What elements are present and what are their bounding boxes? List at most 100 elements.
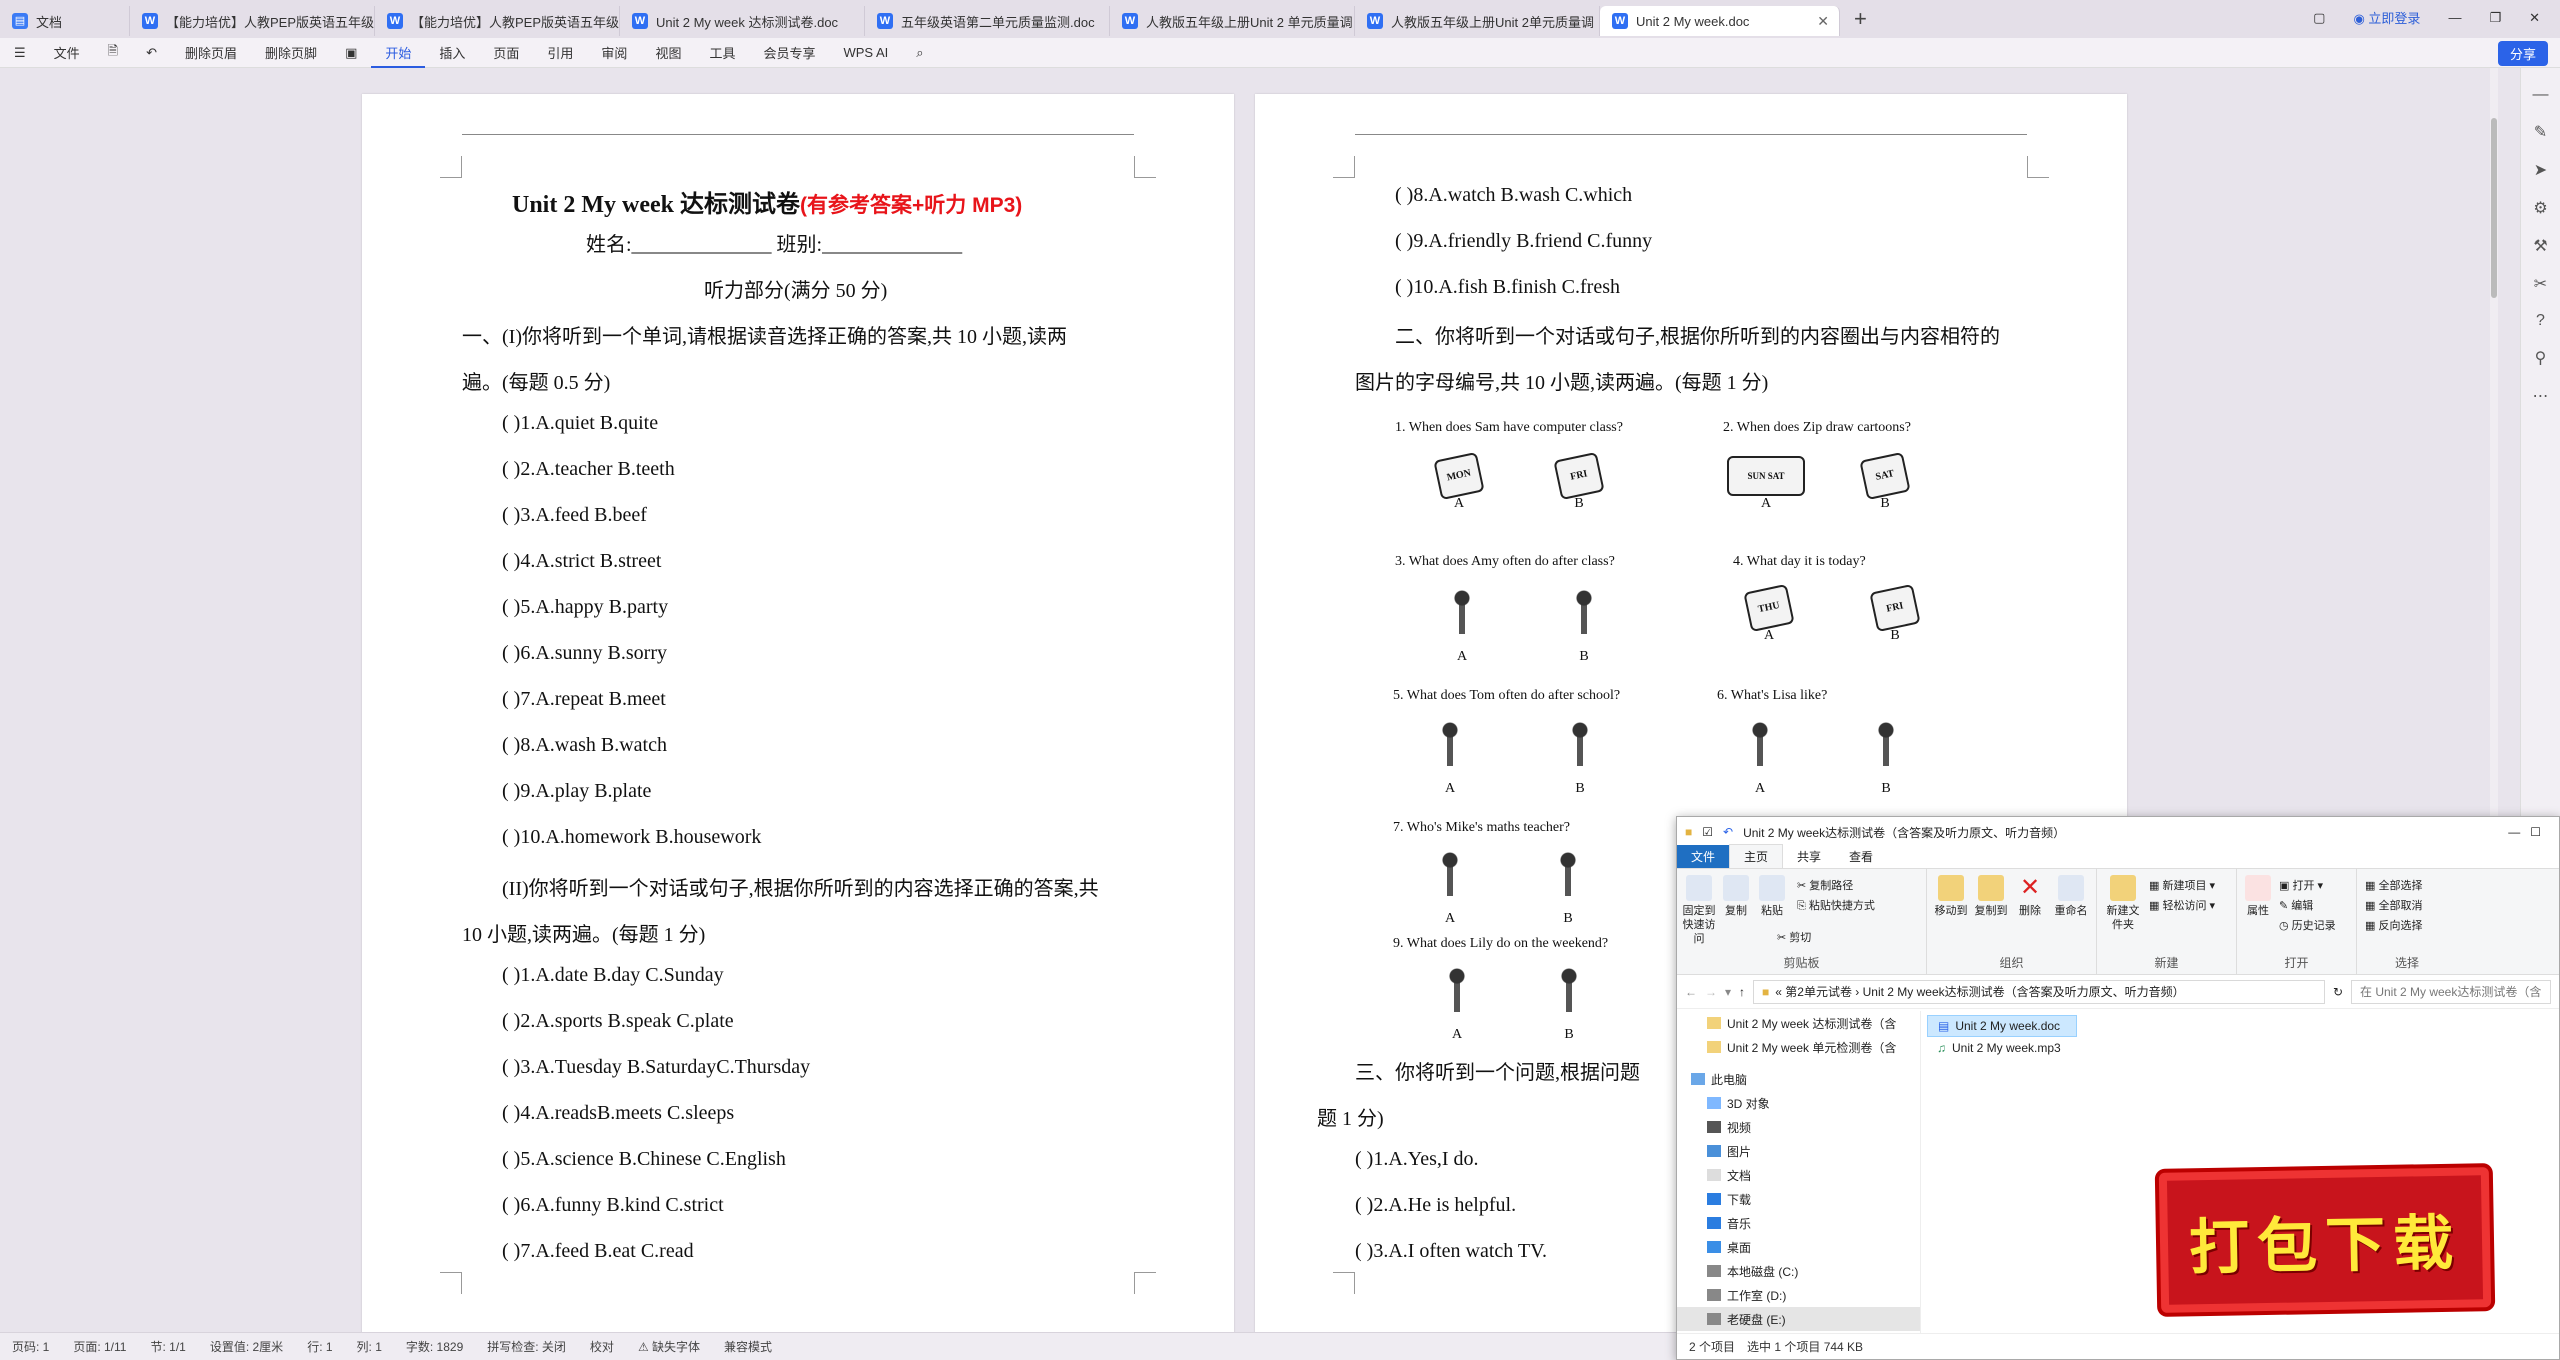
file-item[interactable]: ♫ Unit 2 My week.mp3 [1927,1037,2557,1059]
tab-doc-1[interactable]: W 【能力培优】人教PEP版英语五年级上 [130,6,375,36]
menu-tools[interactable]: 工具 [695,43,749,62]
nav-item[interactable]: 3D 对象 [1677,1091,1920,1115]
properties-button[interactable]: 属性 [2243,875,2273,918]
properties-icon[interactable]: ☑ [1702,825,1713,839]
status-page-no[interactable]: 页码: 1 [0,1338,61,1355]
maximize-icon[interactable]: ☐ [2530,825,2541,839]
nav-item[interactable]: Unit 2 My week 单元检测卷（含 [1677,1035,1920,1059]
tab-home[interactable]: ▤ 文档 [0,6,130,36]
nav-item[interactable]: 图片 [1677,1139,1920,1163]
select-all-button[interactable]: ▦ 全部选择 [2365,877,2422,893]
search-icon[interactable]: ⌕ [902,45,937,61]
tab-doc-5[interactable]: W 人教版五年级上册Unit 2 单元质量调 [1110,6,1355,36]
menu-member[interactable]: 会员专享 [749,43,829,62]
rename-button[interactable]: 重命名 [2051,875,2091,918]
up-icon[interactable]: ↑ [1739,985,1745,999]
pen-icon[interactable]: ✎ [2521,122,2560,142]
move-to-button[interactable]: 移动到 [1933,875,1969,918]
pin-button[interactable]: 固定到快速访问 [1681,875,1717,946]
minimize-icon[interactable]: — [2448,10,2461,25]
status-pages[interactable]: 页面: 1/11 [61,1338,138,1355]
status-missing-font[interactable]: ⚠ 缺失字体 [626,1338,712,1355]
open-button[interactable]: ▣ 打开 ▾ [2279,877,2323,893]
easy-access-button[interactable]: ▦ 轻松访问 ▾ [2149,897,2215,913]
status-setting[interactable]: 设置值: 2厘米 [198,1338,295,1355]
select-none-button[interactable]: ▦ 全部取消 [2365,897,2422,913]
menu-delete-header[interactable]: 删除页眉 [171,43,251,62]
pin-icon[interactable]: ⚲ [2521,348,2560,368]
undo-icon[interactable]: ↶ [1723,825,1733,839]
more-icon[interactable]: ⋯ [2521,386,2560,406]
tab-doc-6[interactable]: W 人教版五年级上册Unit 2单元质量调 [1355,6,1600,36]
tab-doc-3[interactable]: W Unit 2 My week 达标测试卷.doc [620,6,865,36]
menu-page[interactable]: 页面 [479,43,533,62]
copy-to-button[interactable]: 复制到 [1973,875,2009,918]
menu-reference[interactable]: 引用 [533,43,587,62]
edit-button[interactable]: ✎ 编辑 [2279,897,2313,913]
close-window-icon[interactable]: ✕ [2529,10,2540,26]
invert-selection-button[interactable]: ▦ 反向选择 [2365,917,2422,933]
undo-icon[interactable]: ↶ [132,45,171,61]
delete-button[interactable]: ✕ 删除 [2015,875,2045,918]
restore-icon[interactable]: ❐ [2489,10,2501,26]
back-icon[interactable]: ← [1685,985,1697,999]
refresh-icon[interactable]: ↻ [2333,985,2343,999]
nav-item[interactable]: 文档 [1677,1163,1920,1187]
ribbon-tab-home[interactable]: 主页 [1729,844,1784,868]
download-banner[interactable]: 打包下载 [2158,1167,2492,1313]
format-icon[interactable]: ▣ [331,45,371,61]
recent-icon[interactable]: ▾ [1725,985,1731,999]
wrench-icon[interactable]: ✂ [2521,274,2560,294]
nav-item[interactable]: 视频 [1677,1115,1920,1139]
cursor-icon[interactable]: ➤ [2521,160,2560,180]
ribbon-tab-share[interactable]: 共享 [1783,845,1835,868]
forward-icon[interactable]: → [1705,985,1717,999]
status-wordcount[interactable]: 字数: 1829 [394,1338,475,1355]
history-button[interactable]: ◷ 历史记录 [2279,917,2336,933]
nav-item[interactable]: 工作室 (D:) [1677,1283,1920,1307]
menu-view[interactable]: 视图 [641,43,695,62]
cut-button[interactable]: ✂ 剪切 [1777,929,1811,945]
menu-file[interactable]: 文件 [40,43,94,62]
minimize-icon[interactable]: — [2508,825,2520,839]
explorer-search[interactable]: 在 Unit 2 My week达标测试卷（含... [2351,979,2551,1004]
nav-item[interactable]: 此电脑 [1677,1067,1920,1091]
ribbon-tab-file[interactable]: 文件 [1677,845,1730,868]
status-row[interactable]: 行: 1 [295,1338,344,1355]
tab-doc-4[interactable]: W 五年级英语第二单元质量监测.doc [865,6,1110,36]
nav-item[interactable]: 老硬盘 (E:) [1677,1307,1920,1331]
nav-item[interactable]: Unit 2 My week 达标测试卷（含 [1677,1011,1920,1035]
minus-icon[interactable]: — [2521,86,2560,104]
share-button[interactable]: 分享 [2497,41,2548,66]
nav-item[interactable]: 音乐 [1677,1211,1920,1235]
menu-insert[interactable]: 插入 [425,43,479,62]
menu-start[interactable]: 开始 [371,43,426,68]
ribbon-tab-view[interactable]: 查看 [1835,845,1887,868]
page-1[interactable]: Unit 2 My week 达标测试卷(有参考答案+听力 MP3) 姓名:__… [362,94,1234,1334]
save-icon[interactable]: 🗎 [94,42,132,64]
tool-icon[interactable]: ⚒ [2521,236,2560,256]
new-item-button[interactable]: ▦ 新建项目 ▾ [2149,877,2215,893]
nav-item[interactable]: 下载 [1677,1187,1920,1211]
explorer-titlebar[interactable]: ■ ☑ ↶ Unit 2 My week达标测试卷（含答案及听力原文、听力音频）… [1677,817,2559,847]
file-item[interactable]: ▤ Unit 2 My week.doc [1927,1015,2077,1037]
wps-ai-button[interactable]: WPS AI [829,45,902,60]
tab-doc-2[interactable]: W 【能力培优】人教PEP版英语五年级上 [375,6,620,36]
adjust-icon[interactable]: ⚙ [2521,198,2560,218]
status-section[interactable]: 节: 1/1 [138,1338,197,1355]
paste-shortcut-button[interactable]: ⎘ 粘贴快捷方式 [1797,897,1875,913]
login-link[interactable]: ◉ 立即登录 [2353,8,2420,27]
paste-button[interactable]: 粘贴 [1757,875,1787,918]
copy-button[interactable]: 复制 [1721,875,1751,918]
address-bar[interactable]: ■ « 第2单元试卷 › Unit 2 My week达标测试卷（含答案及听力原文… [1753,979,2325,1004]
status-proofread[interactable]: 校对 [578,1338,626,1355]
menu-delete-footer[interactable]: 删除页脚 [251,43,331,62]
layout-icon[interactable]: ▢ [2313,10,2325,26]
nav-item[interactable]: 桌面 [1677,1235,1920,1259]
copy-path-button[interactable]: ✂ 复制路径 [1797,877,1853,893]
menu-review[interactable]: 审阅 [587,43,641,62]
scrollbar-thumb[interactable] [2491,118,2497,298]
close-icon[interactable]: ✕ [1817,13,1829,30]
tab-doc-active[interactable]: W Unit 2 My week.doc ✕ [1600,6,1840,36]
new-tab-icon[interactable]: + [1854,6,1867,32]
